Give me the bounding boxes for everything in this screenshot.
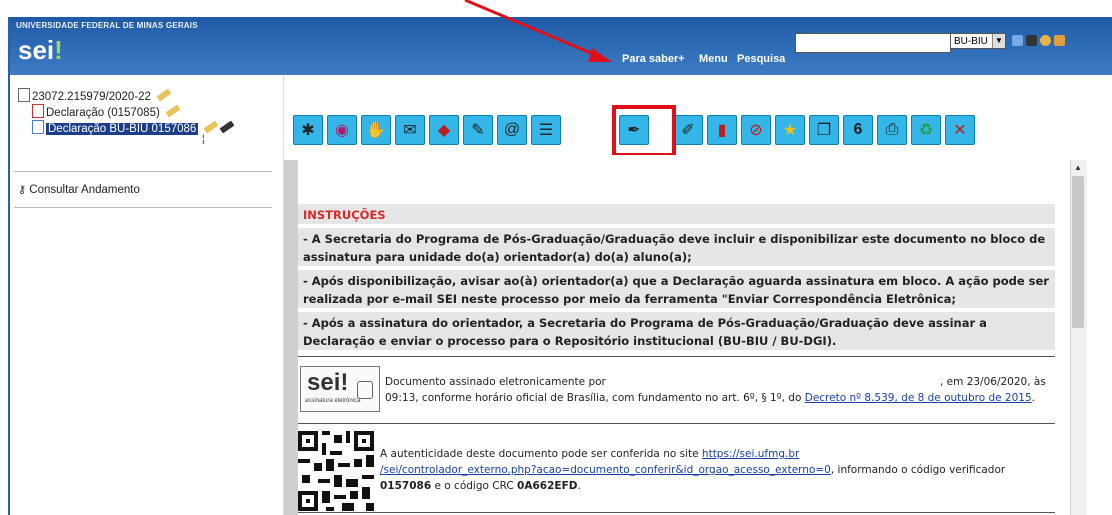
- atualizar-andamento-icon[interactable]: ◆: [429, 115, 459, 145]
- gerenciar-marcador-icon[interactable]: ▮: [707, 115, 737, 145]
- tree-doc-2[interactable]: Declaração BU-BIU 0157086: [32, 120, 235, 135]
- auth-link-path[interactable]: /sei/controlador_externo.php?acao=docume…: [380, 464, 831, 476]
- gravar-icon[interactable]: ♻: [911, 115, 941, 145]
- viewer-gutter: [284, 160, 298, 515]
- instructions-title: INSTRUÇÕES: [303, 208, 386, 222]
- pencil-icon[interactable]: [203, 120, 219, 134]
- qr-code: [298, 431, 374, 511]
- auth-code: 0157086: [380, 480, 432, 492]
- scroll-up-icon[interactable]: ▲: [1070, 160, 1086, 176]
- divider: [14, 171, 272, 172]
- divider: [14, 207, 272, 208]
- auth-mid: , informando o código verificador: [830, 464, 1006, 476]
- instruction-3: - Após a assinatura do orientador, a Sec…: [298, 312, 1055, 350]
- consultar-andamento-link[interactable]: ⚷ Consultar Andamento: [18, 183, 140, 196]
- sei-signature-seal: sei! assinatura eletrônica: [300, 366, 380, 412]
- pencil-icon[interactable]: [156, 88, 172, 102]
- sign-pen-icon[interactable]: [219, 120, 235, 134]
- seal-logo: sei!: [307, 369, 349, 396]
- enviar-processo-icon[interactable]: ✉: [395, 115, 425, 145]
- authenticity-block: A autenticidade deste documento pode ser…: [380, 446, 1070, 494]
- alterar-documento-icon[interactable]: ✐: [673, 115, 703, 145]
- tree-doc-1[interactable]: Declaração (0157085): [32, 104, 181, 119]
- divider: [298, 423, 1055, 424]
- key-icon: ⚷: [18, 184, 27, 196]
- auth-crc: 0A662EFD: [517, 480, 578, 492]
- enviar-email-icon[interactable]: @: [497, 115, 527, 145]
- tree-process[interactable]: 23072.215979/2020-22: [18, 88, 172, 103]
- highlight-box: [612, 105, 676, 157]
- numero-6-icon[interactable]: 6: [843, 115, 873, 145]
- auth-link-site[interactable]: https://sei.ufmg.br: [702, 448, 799, 460]
- decree-link[interactable]: Decreto nº 8.539, de 8 de outubro de 201…: [805, 392, 1032, 404]
- signature-line2: 09:13, conforme horário oficial de Brasí…: [385, 392, 802, 404]
- excluir-icon[interactable]: ✕: [945, 115, 975, 145]
- incluir-documento-icon[interactable]: ✱: [293, 115, 323, 145]
- document-icon: [32, 120, 44, 134]
- lock-icon: [357, 381, 373, 399]
- scroll-thumb[interactable]: [1072, 176, 1084, 328]
- divider: [298, 512, 1055, 513]
- instructions-title-row: INSTRUÇÕES: [298, 204, 1055, 224]
- process-icon: [18, 88, 30, 102]
- divider: [298, 356, 1055, 357]
- favoritos-icon[interactable]: ★: [775, 115, 805, 145]
- atribuir-icon[interactable]: ✎: [463, 115, 493, 145]
- signature-block: Documento assinado eletronicamente por ,…: [385, 374, 1065, 406]
- signature-date: , em 23/06/2020, às: [940, 376, 1046, 388]
- auth-prefix: A autenticidade deste documento pode ser…: [380, 448, 699, 460]
- imprimir-icon[interactable]: ⎙: [877, 115, 907, 145]
- pdf-icon: [32, 104, 44, 118]
- text-cursor: ¦: [202, 134, 205, 145]
- signature-prefix: Documento assinado eletronicamente por: [385, 376, 606, 388]
- incluir-bloco-icon[interactable]: ☰: [531, 115, 561, 145]
- acompanhamento-icon[interactable]: ◉: [327, 115, 357, 145]
- ciencia-icon[interactable]: ✋: [361, 115, 391, 145]
- copiar-icon[interactable]: ❐: [809, 115, 839, 145]
- pencil-icon[interactable]: [165, 104, 181, 118]
- seal-caption: assinatura eletrônica: [305, 398, 361, 404]
- instruction-1: - A Secretaria do Programa de Pós-Gradua…: [298, 228, 1055, 266]
- instruction-2: - Após disponibilização, avisar ao(à) or…: [298, 270, 1055, 308]
- cancelar-documento-icon[interactable]: ⊘: [741, 115, 771, 145]
